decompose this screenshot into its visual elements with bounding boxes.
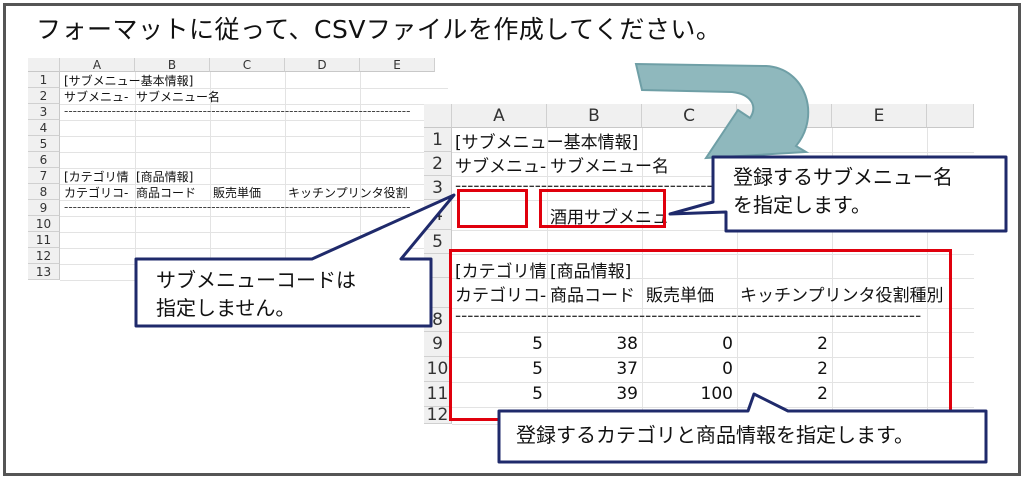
curved-arrow-icon: [634, 62, 810, 160]
callout-submenu-code-line1: サブメニューコードは: [156, 268, 356, 292]
callout-category-products-text: 登録するカテゴリと商品情報を指定します。: [516, 423, 914, 447]
callout-submenu-name-line2: を指定します。: [733, 193, 871, 217]
slide-frame: フォーマットに従って、CSVファイルを作成してください。 A B C D E 1…: [3, 3, 1021, 476]
callout-submenu-name-line1: 登録するサブメニュー名: [733, 165, 953, 189]
callout-submenu-code-line2: 指定しません。: [156, 296, 296, 320]
annotation-layer: [134, 62, 1008, 464]
